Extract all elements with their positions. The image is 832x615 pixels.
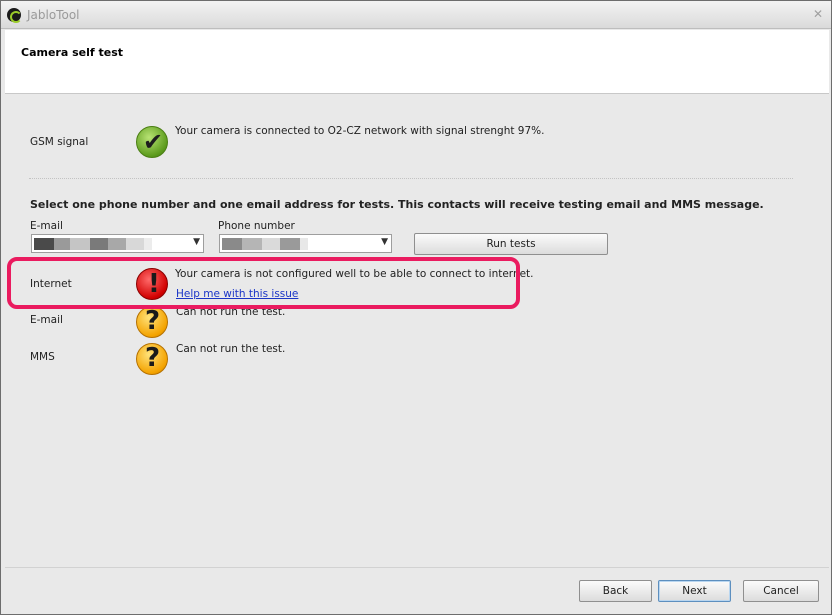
contacts-instruction: Select one phone number and one email ad…	[30, 198, 764, 211]
email-label: E-mail	[30, 220, 63, 232]
gsm-signal-message: Your camera is connected to O2-CZ networ…	[175, 125, 545, 137]
chevron-down-icon: ▼	[193, 237, 200, 247]
phone-number-select[interactable]: ▼	[219, 234, 392, 253]
phone-number-label: Phone number	[218, 220, 295, 232]
checkmark-icon	[136, 126, 168, 158]
email-select[interactable]: ▼	[31, 234, 204, 253]
close-icon[interactable]: ✕	[813, 7, 823, 21]
footer-divider	[5, 567, 829, 568]
mms-test-label: MMS	[30, 351, 55, 363]
next-button[interactable]: Next	[658, 580, 731, 602]
window-title: JabloTool	[27, 8, 80, 22]
wizard-header: Camera self test	[5, 30, 829, 94]
internet-highlight-frame	[7, 257, 520, 309]
chevron-down-icon: ▼	[381, 237, 388, 247]
email-value-redacted	[34, 238, 152, 250]
jablotool-logo-icon	[7, 8, 22, 23]
app-window: JabloTool ✕ Camera self test GSM signal …	[0, 0, 832, 615]
title-bar: JabloTool ✕	[1, 1, 831, 29]
cancel-button[interactable]: Cancel	[743, 580, 819, 602]
question-icon	[136, 343, 168, 375]
run-tests-button[interactable]: Run tests	[414, 233, 608, 255]
section-divider	[29, 178, 793, 179]
question-icon	[136, 306, 168, 338]
page-title: Camera self test	[21, 46, 124, 59]
phone-value-redacted	[222, 238, 308, 250]
email-test-label: E-mail	[30, 314, 63, 326]
mms-test-message: Can not run the test.	[176, 343, 286, 355]
gsm-signal-label: GSM signal	[30, 136, 89, 148]
back-button[interactable]: Back	[579, 580, 652, 602]
